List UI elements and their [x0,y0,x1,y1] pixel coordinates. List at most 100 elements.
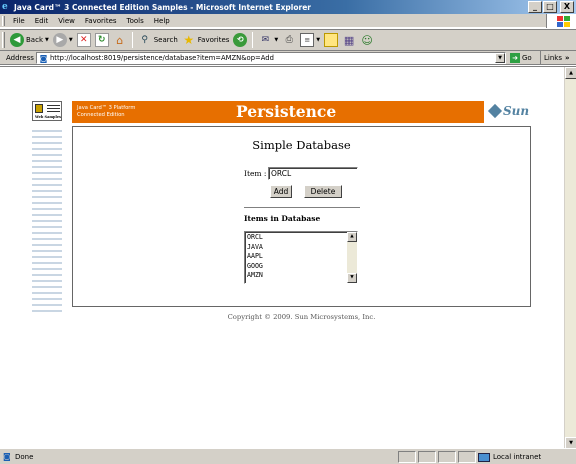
platform-line-2: Connected Edition [77,112,125,118]
back-label: Back [26,36,43,44]
windows-logo-icon [546,14,576,28]
print-icon: ⎙ [285,35,293,45]
list-item[interactable]: ORCL [247,233,357,243]
page-heading: Persistence [236,102,337,121]
menu-edit[interactable]: Edit [30,17,54,25]
refresh-icon: ↻ [94,33,109,47]
toolbar-grip[interactable] [2,32,5,48]
scroll-up-icon[interactable]: ▲ [347,232,357,242]
favorites-star-icon: ★ [183,33,195,47]
standard-toolbar: ◀ Back ▼ ▶ ▼ ✕ ↻ ⌂ ⚲ Search ★ Favorites … [0,29,576,51]
copyright: Copyright © 2009. Sun Microsystems, Inc. [227,313,376,321]
menu-file[interactable]: File [8,17,30,25]
stop-icon: ✕ [76,33,91,47]
close-button[interactable]: X [560,1,574,13]
discuss-button[interactable] [322,31,340,49]
status-cell [398,451,416,463]
mail-dropdown-icon[interactable]: ▼ [274,37,278,43]
print-button[interactable]: ⎙ [280,31,298,49]
history-button[interactable]: ⟲ [231,31,249,49]
page-done-icon: ◙ [3,452,11,461]
window-title: Java Card™ 3 Connected Edition Samples -… [14,2,311,12]
messenger-button[interactable]: ☺ [358,31,376,49]
status-cell [458,451,476,463]
zone-label: Local intranet [493,453,542,461]
status-cell [438,451,456,463]
home-button[interactable]: ⌂ [111,31,129,49]
mail-button[interactable]: ✉ ▼ [256,31,280,49]
items-heading: Items in Database [244,214,321,223]
menu-bar: File Edit View Favorites Tools Help [0,14,576,28]
items-listbox[interactable]: ORCL JAVA AAPL GOOG AMZN ▲ ▼ [244,231,358,284]
edit-page-icon: ≡ [300,33,315,47]
address-field[interactable]: ◙ http://localhost:8019/persistence/data… [36,52,506,64]
address-bar: Address ◙ http://localhost:8019/persiste… [0,51,576,65]
scroll-up-icon[interactable]: ▲ [565,67,576,79]
back-arrow-icon: ◀ [10,33,24,47]
toolbar-separator [131,32,133,48]
page-title: Simple Database [252,138,351,152]
search-button[interactable]: ⚲ Search [136,31,180,49]
forward-arrow-icon: ▶ [52,33,67,47]
favorites-button[interactable]: ★ Favorites [180,31,232,49]
back-dropdown-icon[interactable]: ▼ [45,37,49,43]
ie-logo-icon: e [2,2,8,12]
list-item[interactable]: AMZN [247,271,357,281]
note-icon [324,33,339,47]
intranet-icon [478,452,490,462]
search-label: Search [153,36,178,44]
go-arrow-icon: ➜ [510,53,520,63]
back-button[interactable]: ◀ Back ▼ [8,31,51,49]
java-cup-icon [35,104,43,113]
menu-grip[interactable] [2,15,5,26]
page-scrollbar[interactable]: ▲ ▼ [564,67,576,449]
home-icon: ⌂ [116,33,124,47]
list-item[interactable]: AAPL [247,252,357,262]
status-cell [418,451,436,463]
add-button[interactable]: Add [270,185,292,198]
menu-favorites[interactable]: Favorites [80,17,122,25]
left-decoration [32,126,62,312]
refresh-button[interactable]: ↻ [93,31,111,49]
forward-button[interactable]: ▶ ▼ [51,31,75,49]
list-lines-icon [47,105,60,113]
research-button[interactable]: ▦ [340,31,358,49]
maximize-button[interactable]: □ [543,1,557,13]
menu-view[interactable]: View [53,17,80,25]
mail-icon: ✉ [261,35,270,45]
address-label: Address [6,53,34,62]
listbox-scrollbar[interactable]: ▲ ▼ [347,232,357,283]
sun-wordmark: Sun [503,104,530,118]
delete-button[interactable]: Delete [304,185,342,198]
edit-dropdown-icon[interactable]: ▼ [316,37,320,43]
sun-diamond-icon [487,103,503,119]
window-controls: _ □ X [528,1,574,13]
menu-help[interactable]: Help [149,17,175,25]
address-url[interactable]: http://localhost:8019/persistence/databa… [50,54,274,62]
edit-button[interactable]: ≡ ▼ [298,31,322,49]
history-icon: ⟲ [233,33,248,47]
page-icon: ◙ [39,53,48,63]
messenger-icon: ☺ [361,33,373,47]
minimize-button[interactable]: _ [528,1,542,13]
item-label: Item : [244,169,267,178]
sun-logo[interactable]: Sun [487,102,530,120]
status-bar: ◙ Done Local intranet [0,448,576,464]
chevron-right-icon[interactable]: » [565,54,570,62]
item-input[interactable] [268,167,358,180]
list-item[interactable]: JAVA [247,243,357,253]
security-zone[interactable]: Local intranet [478,451,541,463]
scroll-down-icon[interactable]: ▼ [347,273,357,283]
forward-dropdown-icon[interactable]: ▼ [69,37,73,43]
links-toolbar[interactable]: Links » [540,51,570,65]
toolbar-separator [252,32,254,48]
list-item[interactable]: GOOG [247,262,357,272]
go-button[interactable]: ➜ Go [510,52,532,64]
favorites-label: Favorites [197,36,230,44]
address-dropdown-icon[interactable]: ▼ [495,53,505,63]
web-samples-logo[interactable]: Web Samples [32,101,62,121]
search-icon: ⚲ [141,35,149,45]
menu-tools[interactable]: Tools [122,17,149,25]
stop-button[interactable]: ✕ [75,31,93,49]
status-text: Done [15,452,34,461]
